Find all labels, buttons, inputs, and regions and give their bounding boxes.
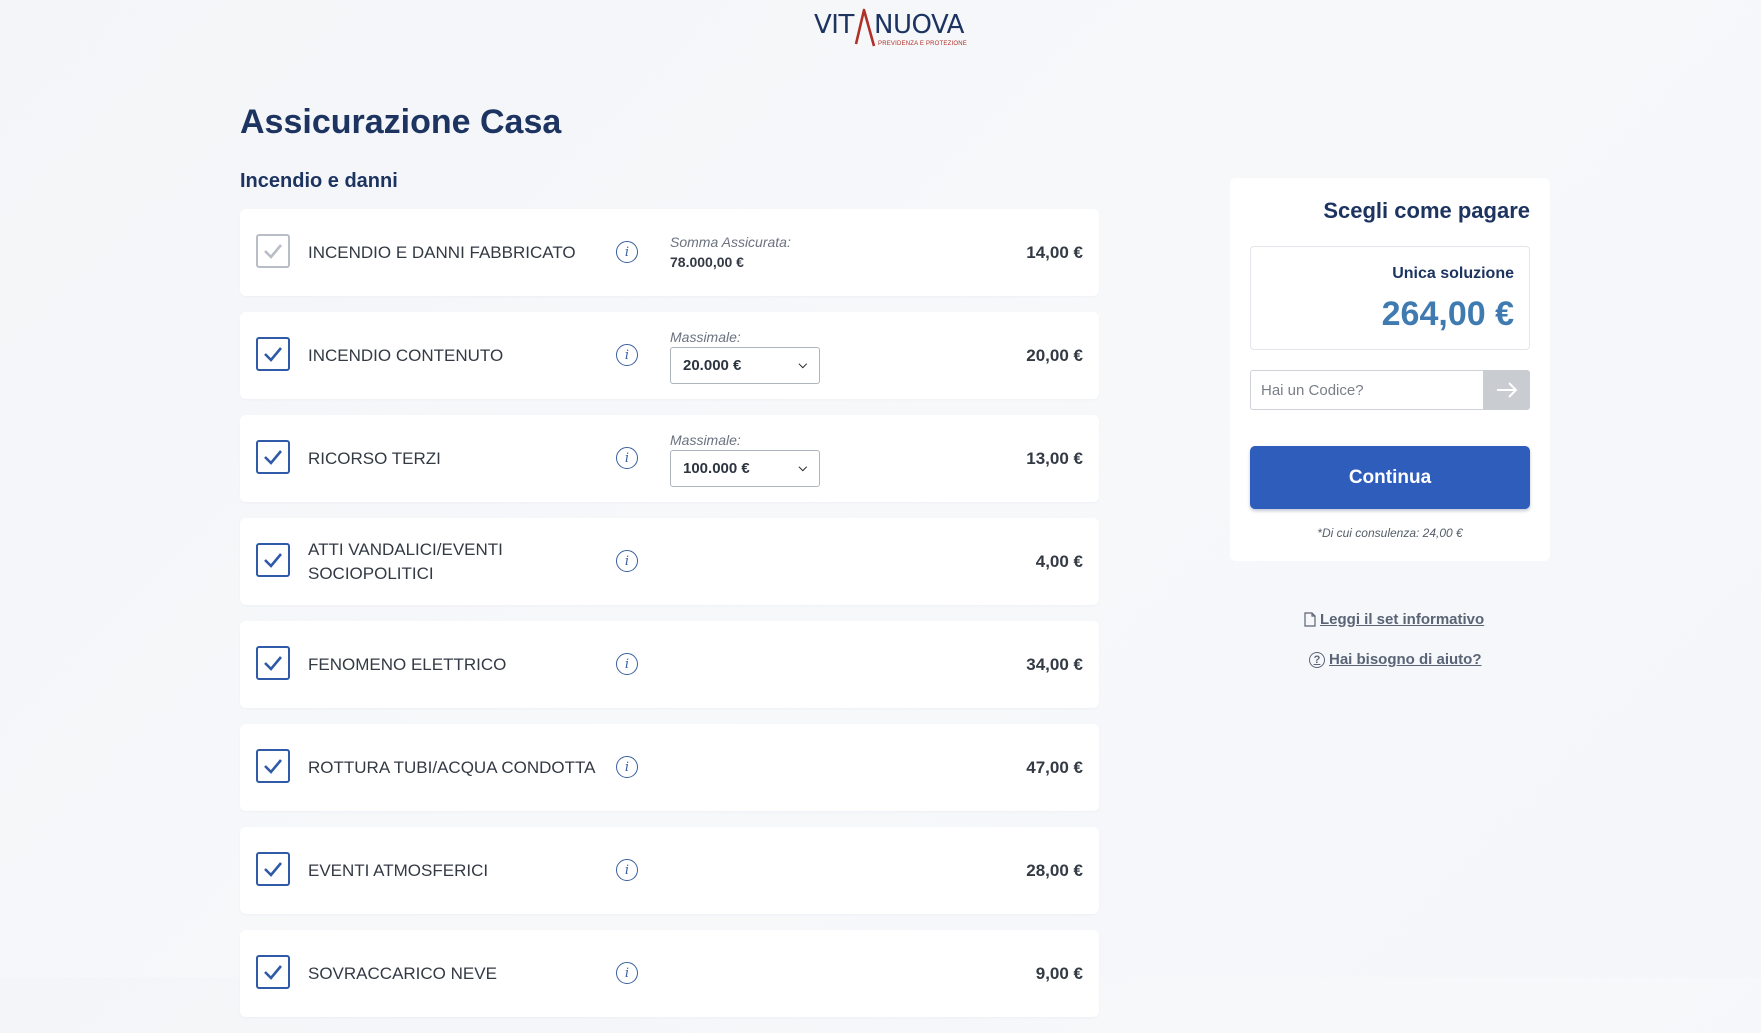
coverage-label: SOVRACCARICO NEVE bbox=[308, 963, 497, 983]
coverage-checkbox[interactable] bbox=[256, 749, 290, 783]
coverage-label: INCENDIO E DANNI FABBRICATO bbox=[308, 242, 576, 262]
check-icon bbox=[264, 553, 282, 568]
coverage-checkbox[interactable] bbox=[256, 234, 290, 268]
coverage-label: ATTI VANDALICI/EVENTI SOCIOPOLITICI bbox=[308, 539, 503, 583]
check-icon bbox=[264, 862, 282, 877]
info-icon[interactable]: i bbox=[616, 241, 638, 263]
info-icon[interactable]: i bbox=[616, 859, 638, 881]
payment-option-single[interactable]: Unica soluzione 264,00 € bbox=[1250, 246, 1530, 350]
payment-title: Scegli come pagare bbox=[1323, 198, 1530, 223]
coverage-label: EVENTI ATMOSFERICI bbox=[308, 860, 489, 880]
payment-option-label: Unica soluzione bbox=[1392, 265, 1514, 282]
info-set-link-label: Leggi il set informativo bbox=[1320, 611, 1485, 628]
check-icon bbox=[264, 347, 282, 362]
info-icon[interactable]: i bbox=[616, 962, 638, 984]
limit-caption: Massimale: bbox=[670, 432, 741, 448]
sum-insured-caption: Somma Assicurata: bbox=[670, 234, 791, 250]
coverage-price: 28,00 € bbox=[1026, 860, 1083, 880]
coverage-label: RICORSO TERZI bbox=[308, 448, 441, 468]
coverage-price: 4,00 € bbox=[1035, 551, 1083, 571]
payment-amount: 264,00 € bbox=[1381, 295, 1514, 333]
arrow-right-icon bbox=[1496, 382, 1517, 398]
consulenza-note: *Di cui consulenza: 24,00 € bbox=[1317, 526, 1463, 540]
promo-code-submit-button[interactable] bbox=[1483, 370, 1530, 410]
check-icon bbox=[264, 656, 282, 671]
info-icon[interactable]: i bbox=[616, 653, 638, 675]
coverage-row: RICORSO TERZI i Massimale: 100.000 € ⌵ 1… bbox=[240, 415, 1099, 502]
brand-name-right: NUOVA bbox=[874, 10, 964, 40]
check-icon bbox=[264, 965, 282, 980]
help-link[interactable]: ? Hai bisogno di aiuto? bbox=[1309, 651, 1482, 668]
coverage-row: EVENTI ATMOSFERICI i 28,00 € bbox=[240, 827, 1099, 914]
coverage-row: FENOMENO ELETTRICO i 34,00 € bbox=[240, 621, 1099, 708]
coverage-label: FENOMENO ELETTRICO bbox=[308, 654, 507, 674]
coverage-label: INCENDIO CONTENUTO bbox=[308, 345, 504, 365]
coverage-row: ATTI VANDALICI/EVENTI SOCIOPOLITICI i 4,… bbox=[240, 518, 1099, 605]
coverage-label: ROTTURA TUBI/ACQUA CONDOTTA bbox=[308, 757, 596, 777]
coverage-row: ROTTURA TUBI/ACQUA CONDOTTA i 47,00 € bbox=[240, 724, 1099, 811]
coverage-checkbox[interactable] bbox=[256, 440, 290, 474]
document-icon bbox=[1304, 612, 1316, 627]
question-circle-icon: ? bbox=[1309, 651, 1325, 668]
coverage-checkbox[interactable] bbox=[256, 543, 290, 577]
info-set-link[interactable]: Leggi il set informativo bbox=[1304, 611, 1484, 628]
section-title: Incendio e danni bbox=[240, 170, 398, 192]
promo-code-input[interactable] bbox=[1250, 370, 1484, 410]
info-icon[interactable]: i bbox=[616, 756, 638, 778]
help-link-label: Hai bisogno di aiuto? bbox=[1329, 651, 1482, 668]
info-icon[interactable]: i bbox=[616, 550, 638, 572]
coverage-row: INCENDIO E DANNI FABBRICATO i Somma Assi… bbox=[240, 209, 1099, 296]
coverage-price: 9,00 € bbox=[1035, 963, 1083, 983]
brand-logo: VIT NUOVA PREVIDENZA E PROTEZIONE bbox=[814, 8, 967, 52]
limit-caption: Massimale: bbox=[670, 329, 741, 345]
coverage-price: 13,00 € bbox=[1026, 448, 1083, 468]
coverage-row: INCENDIO CONTENUTO i Massimale: 20.000 €… bbox=[240, 312, 1099, 399]
coverage-price: 20,00 € bbox=[1026, 345, 1083, 365]
info-icon[interactable]: i bbox=[616, 447, 638, 469]
chevron-down-icon: ⌵ bbox=[798, 359, 807, 371]
coverage-checkbox[interactable] bbox=[256, 955, 290, 989]
coverage-checkbox[interactable] bbox=[256, 337, 290, 371]
limit-select-value: 20.000 € bbox=[683, 357, 742, 374]
coverage-row: SOVRACCARICO NEVE i 9,00 € bbox=[240, 930, 1099, 1017]
page-title: Assicurazione Casa bbox=[240, 103, 562, 141]
brand-tagline: PREVIDENZA E PROTEZIONE bbox=[878, 41, 967, 47]
check-icon bbox=[264, 450, 282, 465]
check-icon bbox=[264, 244, 282, 259]
coverage-price: 34,00 € bbox=[1026, 654, 1083, 674]
chevron-down-icon: ⌵ bbox=[798, 462, 807, 474]
coverage-checkbox[interactable] bbox=[256, 646, 290, 680]
limit-select-value: 100.000 € bbox=[683, 460, 750, 477]
sum-insured-value: 78.000,00 € bbox=[670, 254, 744, 270]
check-icon bbox=[264, 759, 282, 774]
logo-mark-icon bbox=[854, 8, 876, 47]
coverage-price: 14,00 € bbox=[1026, 242, 1083, 262]
limit-select[interactable]: 100.000 € ⌵ bbox=[670, 450, 820, 487]
info-icon[interactable]: i bbox=[616, 344, 638, 366]
coverage-list: INCENDIO E DANNI FABBRICATO i Somma Assi… bbox=[240, 209, 1099, 1033]
coverage-checkbox[interactable] bbox=[256, 852, 290, 886]
continue-button[interactable]: Continua bbox=[1250, 446, 1530, 509]
coverage-price: 47,00 € bbox=[1026, 757, 1083, 777]
limit-select[interactable]: 20.000 € ⌵ bbox=[670, 347, 820, 384]
brand-name-left: VIT bbox=[814, 10, 854, 40]
payment-card: Scegli come pagare Unica soluzione 264,0… bbox=[1230, 178, 1550, 561]
